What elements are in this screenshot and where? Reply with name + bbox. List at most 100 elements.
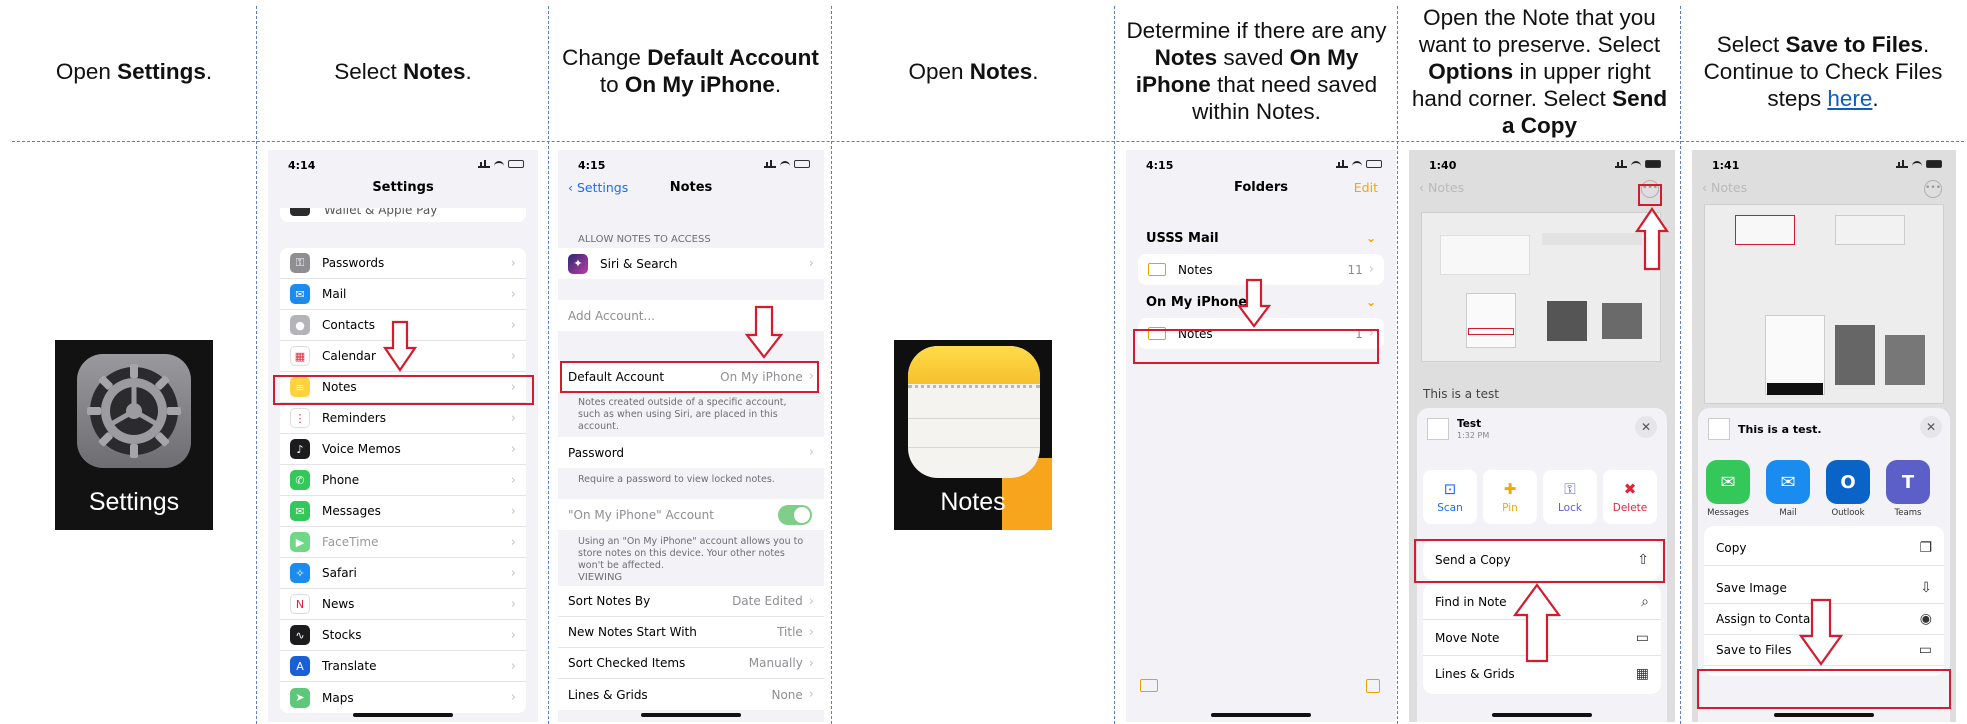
chevron-right-icon: ›	[808, 445, 814, 460]
outlook-app-icon[interactable]: O	[1826, 460, 1870, 504]
settings-item-translate[interactable]: A Translate ›	[280, 651, 526, 682]
settings-item-messages[interactable]: ✉ Messages ›	[280, 496, 526, 527]
chevron-right-icon: ›	[510, 658, 516, 674]
share-action-icon: ▭	[1918, 642, 1932, 658]
settings-list: ⚿ Passwords › ✉ Mail › ● Contacts › ▦ Calendar › ≡ No…	[280, 248, 526, 713]
viewing-label: Sort Notes By	[568, 594, 651, 608]
password-row[interactable]: Password ›	[558, 437, 824, 468]
scan-icon: ⊡	[1443, 480, 1457, 498]
step-7-instruction: Select Save to Files. Continue to Check …	[1682, 4, 1964, 138]
onmy-account-row: "On My iPhone" Account	[558, 499, 824, 530]
settings-item-stocks[interactable]: ∿ Stocks ›	[280, 620, 526, 651]
step-4-instruction: Open Notes.	[833, 4, 1114, 138]
viewing-row[interactable]: Sort Notes By Date Edited ›	[558, 586, 824, 617]
battery-icon	[1926, 160, 1942, 168]
settings-item-news[interactable]: N News ›	[280, 589, 526, 620]
chevron-right-icon: ›	[808, 593, 814, 609]
onmy-account-group: "On My iPhone" Account	[558, 499, 824, 530]
mail-app-icon[interactable]: ✉	[1766, 460, 1810, 504]
settings-item-label: Stocks	[322, 628, 362, 642]
battery-icon	[794, 160, 810, 168]
step-keyword: Options	[1428, 58, 1514, 84]
notes-app-icon[interactable]: Notes	[894, 340, 1052, 530]
chevron-right-icon: ›	[510, 565, 516, 581]
viewing-row[interactable]: New Notes Start With Title ›	[558, 617, 824, 648]
note-action-delete[interactable]: ✖ Delete	[1603, 470, 1657, 524]
viewing-row[interactable]: Lines & Grids None ›	[558, 679, 824, 710]
settings-item-mail[interactable]: ✉ Mail ›	[280, 279, 526, 310]
add-account-label: Add Account...	[568, 308, 655, 323]
battery-icon	[1645, 160, 1661, 168]
status-time: 4:14	[288, 159, 316, 172]
close-icon[interactable]: ✕	[1635, 416, 1657, 438]
back-button[interactable]: ‹ Notes	[1419, 180, 1464, 195]
column-divider	[1397, 6, 1398, 724]
settings-item-passwords[interactable]: ⚿ Passwords ›	[280, 248, 526, 279]
step-text: Open Settings.	[56, 58, 212, 85]
status-time: 4:15	[578, 159, 606, 172]
signal-icon	[1896, 160, 1908, 168]
settings-app-icon[interactable]: Settings	[55, 340, 213, 530]
step-keyword: Default Account	[647, 45, 819, 70]
sheet-title: Test	[1457, 418, 1482, 430]
folder-section-header[interactable]: USSS Mail ⌄	[1146, 228, 1376, 248]
onmy-account-toggle[interactable]	[778, 504, 812, 525]
settings-item-safari[interactable]: ✧ Safari ›	[280, 558, 526, 589]
contacts-icon: ●	[290, 315, 310, 335]
options-button[interactable]: •••	[1924, 180, 1942, 198]
viewing-row[interactable]: Sort Checked Items Manually ›	[558, 648, 824, 679]
onmy-account-label: "On My iPhone" Account	[568, 507, 714, 522]
step-text-part: saved	[1217, 45, 1290, 70]
home-indicator	[641, 713, 741, 717]
settings-item-voice-memos[interactable]: ♪ Voice Memos ›	[280, 434, 526, 465]
siri-icon: ✦	[568, 253, 588, 274]
chevron-right-icon: ›	[510, 441, 516, 457]
column-divider	[1680, 6, 1681, 724]
settings-item-phone[interactable]: ✆ Phone ›	[280, 465, 526, 496]
edit-button[interactable]: Edit	[1354, 180, 1378, 195]
teams-app-icon[interactable]: T	[1886, 460, 1930, 504]
column-divider	[831, 6, 832, 724]
arrow-down-icon	[1237, 278, 1271, 328]
share-app-label: Teams	[1894, 508, 1922, 518]
note-action-lock[interactable]: ⚿ Lock	[1543, 470, 1597, 524]
note-action-pin[interactable]: ✚ Pin	[1483, 470, 1537, 524]
note-action-scan[interactable]: ⊡ Scan	[1423, 470, 1477, 524]
chevron-right-icon: ›	[510, 596, 516, 612]
add-account-group: Add Account...	[558, 300, 824, 331]
siri-search-row[interactable]: ✦ Siri & Search ›	[558, 248, 824, 279]
note-thumbnail	[1427, 418, 1449, 440]
settings-item-reminders[interactable]: ⋮ Reminders ›	[280, 403, 526, 434]
menu-item-icon: ▭	[1635, 629, 1649, 646]
settings-cut-item[interactable]: Wallet & Apple Pay	[280, 208, 526, 222]
share-action-copy[interactable]: Copy ❐	[1704, 530, 1944, 566]
messages-app-icon[interactable]: ✉	[1706, 460, 1750, 504]
notepad-icon	[908, 346, 1040, 478]
step-text: Change Default Account to On My iPhone.	[556, 44, 825, 98]
step-keyword: Notes	[403, 58, 466, 84]
check-files-link[interactable]: here	[1827, 86, 1872, 111]
wifi-icon	[1352, 161, 1362, 167]
chevron-right-icon: ›	[510, 317, 516, 333]
close-icon[interactable]: ✕	[1920, 416, 1942, 438]
new-folder-icon[interactable]	[1140, 679, 1158, 692]
settings-item-maps[interactable]: ➤ Maps ›	[280, 682, 526, 713]
share-app-label: Messages	[1707, 508, 1749, 518]
gear-icon	[87, 364, 181, 458]
step-text-part: Select	[334, 58, 403, 84]
note-actions: ⊡ Scan ✚ Pin ⚿ Lock ✖ Delete	[1423, 470, 1661, 524]
viewing-group: Sort Notes By Date Edited › New Notes Start…	[558, 586, 824, 710]
settings-item-facetime[interactable]: ▶ FaceTime ›	[280, 527, 526, 558]
phone-screen-folders: 4:15 Folders Edit USSS Mail ⌄ Notes 11 › On M…	[1126, 150, 1396, 722]
viewing-label: New Notes Start With	[568, 625, 697, 639]
back-button[interactable]: ‹ Notes	[1702, 180, 1747, 195]
highlight-onmyiphone-notes	[1133, 329, 1379, 364]
note-summary-card: Test 1:32 PM ✕	[1417, 408, 1667, 446]
step-text: Determine if there are any Notes saved O…	[1122, 17, 1391, 125]
chevron-left-icon: ‹	[1419, 180, 1428, 195]
chevron-right-icon: ›	[1368, 262, 1374, 277]
add-account-row[interactable]: Add Account...	[558, 300, 824, 331]
settings-item-label: News	[322, 597, 355, 611]
compose-icon[interactable]	[1366, 679, 1380, 693]
safari-icon: ✧	[290, 563, 310, 583]
